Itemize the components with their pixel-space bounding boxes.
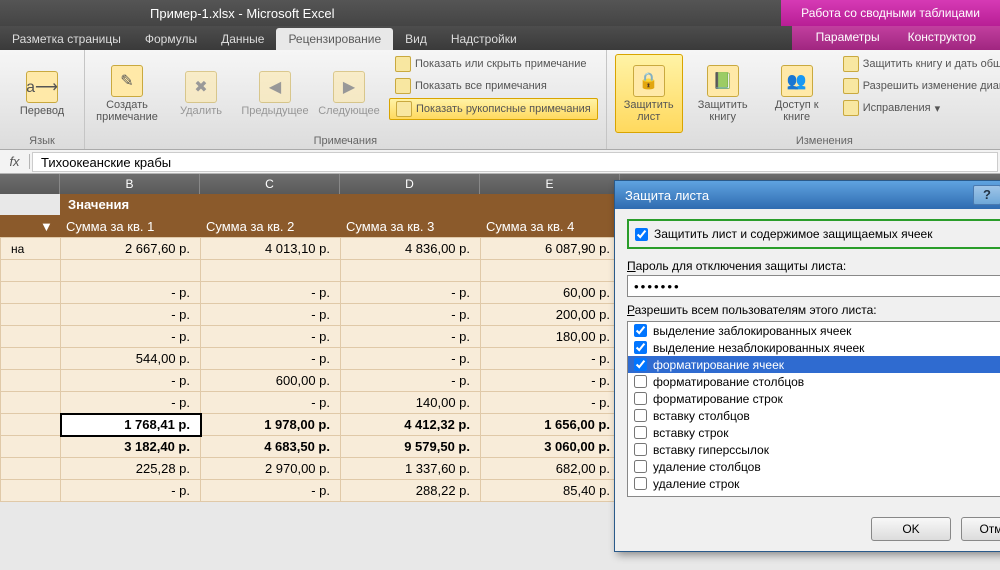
delete-icon: ✖ [185, 71, 217, 103]
group-comments: ✎ Создать примечание ✖ Удалить ◀ Предыду… [85, 50, 607, 149]
table-row[interactable]: 225,28 р.2 970,00 р.1 337,60 р.682,00 р. [1, 458, 621, 480]
table-row[interactable] [1, 260, 621, 282]
table-row[interactable]: - р.- р.140,00 р.- р. [1, 392, 621, 414]
table-row[interactable]: на2 667,60 р.4 013,10 р.4 836,00 р.6 087… [1, 238, 621, 260]
formula-bar: fx Тихоокеанские крабы [0, 150, 1000, 174]
col-b[interactable]: B [60, 174, 200, 194]
dialog-titlebar[interactable]: Защита листа ? X [615, 181, 1000, 209]
prev-icon: ◀ [259, 71, 291, 103]
formula-input[interactable]: Тихоокеанские крабы [32, 152, 998, 172]
share-workbook-button[interactable]: 👥 Доступ к книге [763, 54, 831, 133]
allow-ranges-icon [843, 78, 859, 94]
window-title: Пример-1.xlsx - Microsoft Excel [0, 6, 334, 21]
ribbon: a⟶ Перевод Язык ✎ Создать примечание ✖ У… [0, 50, 1000, 150]
show-all-comments-button[interactable]: Показать все примечания [389, 76, 598, 96]
ok-button[interactable]: OK [871, 517, 951, 541]
table-row[interactable]: 3 182,40 р.4 683,50 р.9 579,50 р.3 060,0… [1, 436, 621, 458]
table-row[interactable]: 544,00 р.- р.- р.- р. [1, 348, 621, 370]
ribbon-tabs: Разметка страницы Формулы Данные Рецензи… [0, 26, 1000, 50]
table-row[interactable]: - р.- р.- р.60,00 р. [1, 282, 621, 304]
table-row[interactable]: - р.- р.- р.200,00 р. [1, 304, 621, 326]
show-all-icon [395, 78, 411, 94]
password-input[interactable] [627, 275, 1000, 297]
tab-review[interactable]: Рецензирование [276, 28, 393, 50]
protect-book-icon: 📗 [707, 65, 739, 97]
cancel-button[interactable]: Отмена [961, 517, 1000, 541]
tab-design[interactable]: Конструктор [894, 26, 990, 50]
tab-view[interactable]: Вид [393, 28, 439, 50]
delete-comment-button[interactable]: ✖ Удалить [167, 54, 235, 133]
new-comment-button[interactable]: ✎ Создать примечание [93, 54, 161, 133]
col-d[interactable]: D [340, 174, 480, 194]
tab-formulas[interactable]: Формулы [133, 28, 209, 50]
password-label: Пароль для отключения защиты листа: [627, 259, 1000, 273]
dialog-title: Защита листа [625, 188, 709, 203]
filter-dropdown-icon[interactable]: ▼ [40, 219, 53, 234]
show-hide-comment-button[interactable]: Показать или скрыть примечание [389, 54, 598, 74]
fx-icon[interactable]: fx [0, 154, 30, 169]
permission-item[interactable]: удаление столбцов [628, 458, 1000, 475]
permissions-label: Разрешить всем пользователям этого листа… [627, 303, 1000, 317]
group-changes: 🔒 Защитить лист 📗 Защитить книгу 👥 Досту… [607, 50, 1000, 149]
protect-sheet-icon: 🔒 [633, 65, 665, 97]
track-changes-button[interactable]: Исправления ▾ [837, 98, 1000, 118]
table-row[interactable]: - р.600,00 р.- р.- р. [1, 370, 621, 392]
translate-icon: a⟶ [26, 71, 58, 103]
protect-sheet-dialog: Защита листа ? X Защитить лист и содержи… [614, 180, 1000, 552]
previous-comment-button[interactable]: ◀ Предыдущее [241, 54, 309, 133]
tab-addins[interactable]: Надстройки [439, 28, 529, 50]
protect-share-icon [843, 56, 859, 72]
group-language: a⟶ Перевод Язык [0, 50, 85, 149]
table-row[interactable]: - р.- р.288,22 р.85,40 р. [1, 480, 621, 502]
permission-item[interactable]: форматирование ячеек [628, 356, 1000, 373]
permission-item[interactable]: выделение заблокированных ячеек [628, 322, 1000, 339]
contextual-tab-title: Работа со сводными таблицами [781, 0, 1000, 26]
tab-data[interactable]: Данные [209, 28, 276, 50]
track-changes-icon [843, 100, 859, 116]
share-icon: 👥 [781, 65, 813, 97]
permission-item[interactable]: выделение незаблокированных ячеек [628, 339, 1000, 356]
next-comment-button[interactable]: ▶ Следующее [315, 54, 383, 133]
show-ink-button[interactable]: Показать рукописные примечания [389, 98, 598, 120]
ink-icon [396, 101, 412, 117]
permissions-list[interactable]: выделение заблокированных ячееквыделение… [627, 321, 1000, 497]
protect-sheet-button[interactable]: 🔒 Защитить лист [615, 54, 683, 133]
protect-contents-checkbox[interactable]: Защитить лист и содержимое защищаемых яч… [627, 219, 1000, 249]
tab-options[interactable]: Параметры [802, 26, 894, 50]
title-bar: Пример-1.xlsx - Microsoft Excel Работа с… [0, 0, 1000, 26]
permission-item[interactable]: вставку гиперссылок [628, 441, 1000, 458]
values-header: Значения [60, 194, 620, 215]
next-icon: ▶ [333, 71, 365, 103]
pivot-table[interactable]: на2 667,60 р.4 013,10 р.4 836,00 р.6 087… [0, 237, 621, 502]
protect-and-share-button[interactable]: Защитить книгу и дать общий д [837, 54, 1000, 74]
permission-item[interactable]: форматирование строк [628, 390, 1000, 407]
permission-item[interactable]: вставку строк [628, 424, 1000, 441]
contextual-tabs: Параметры Конструктор [792, 26, 1000, 50]
allow-edit-ranges-button[interactable]: Разрешить изменение диапазон [837, 76, 1000, 96]
permission-item[interactable]: форматирование столбцов [628, 373, 1000, 390]
show-hide-icon [395, 56, 411, 72]
table-row[interactable]: - р.- р.- р.180,00 р. [1, 326, 621, 348]
col-e[interactable]: E [480, 174, 620, 194]
permission-item[interactable]: вставку столбцов [628, 407, 1000, 424]
protect-workbook-button[interactable]: 📗 Защитить книгу [689, 54, 757, 133]
chevron-down-icon: ▾ [935, 102, 941, 115]
new-comment-icon: ✎ [111, 65, 143, 97]
tab-page-layout[interactable]: Разметка страницы [0, 28, 133, 50]
col-c[interactable]: C [200, 174, 340, 194]
help-button[interactable]: ? [973, 185, 1000, 205]
translate-button[interactable]: a⟶ Перевод [8, 54, 76, 133]
table-row[interactable]: 1 768,41 р.1 978,00 р.4 412,32 р.1 656,0… [1, 414, 621, 436]
permission-item[interactable]: удаление строк [628, 475, 1000, 492]
